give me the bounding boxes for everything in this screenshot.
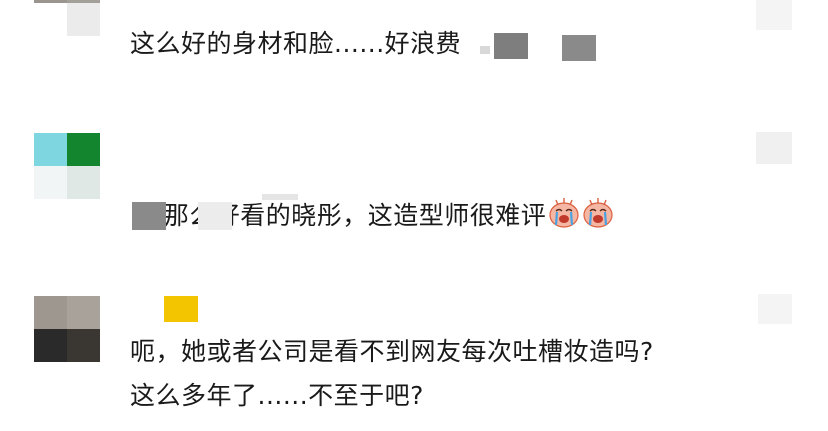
redacted-block bbox=[480, 46, 490, 54]
redacted-block bbox=[132, 202, 166, 230]
loudly-crying-face-icon bbox=[582, 197, 614, 229]
avatar[interactable] bbox=[34, 133, 100, 199]
comment-item-1: 这么好的身材和脸......好浪费 bbox=[0, 0, 828, 80]
redacted-block bbox=[494, 33, 528, 59]
redacted-block bbox=[756, 0, 792, 30]
avatar-pixel bbox=[34, 296, 67, 329]
avatar-pixel bbox=[67, 3, 100, 36]
comment-item-3: 呃，她或者公司是看不到网友每次吐槽妆造吗? 这么多年了......不至于吧? bbox=[0, 280, 828, 431]
avatar-pixel bbox=[34, 166, 67, 199]
avatar[interactable] bbox=[34, 296, 100, 362]
avatar-pixel bbox=[67, 166, 100, 199]
comment-item-2: 那么好看的晓彤，这造型师很难评 bbox=[0, 100, 828, 250]
avatar-pixel bbox=[34, 133, 67, 166]
avatar-pixel bbox=[67, 296, 100, 329]
redacted-block bbox=[262, 194, 298, 200]
avatar-pixel bbox=[34, 329, 67, 362]
avatar-pixel bbox=[67, 329, 100, 362]
avatar-pixel bbox=[34, 3, 67, 36]
highlight-badge bbox=[164, 296, 198, 322]
comment-text-line-2: 这么多年了......不至于吧? bbox=[130, 381, 424, 410]
redacted-block bbox=[198, 202, 232, 230]
redacted-block bbox=[562, 35, 596, 61]
avatar[interactable] bbox=[34, 0, 100, 36]
comment-text-line-1: 呃，她或者公司是看不到网友每次吐槽妆造吗? bbox=[130, 337, 654, 366]
redacted-block bbox=[756, 132, 792, 164]
redacted-block bbox=[758, 294, 792, 324]
loudly-crying-face-icon bbox=[548, 197, 580, 229]
comment-text: 这么好的身材和脸......好浪费 bbox=[130, 29, 462, 58]
avatar-pixel bbox=[67, 133, 100, 166]
